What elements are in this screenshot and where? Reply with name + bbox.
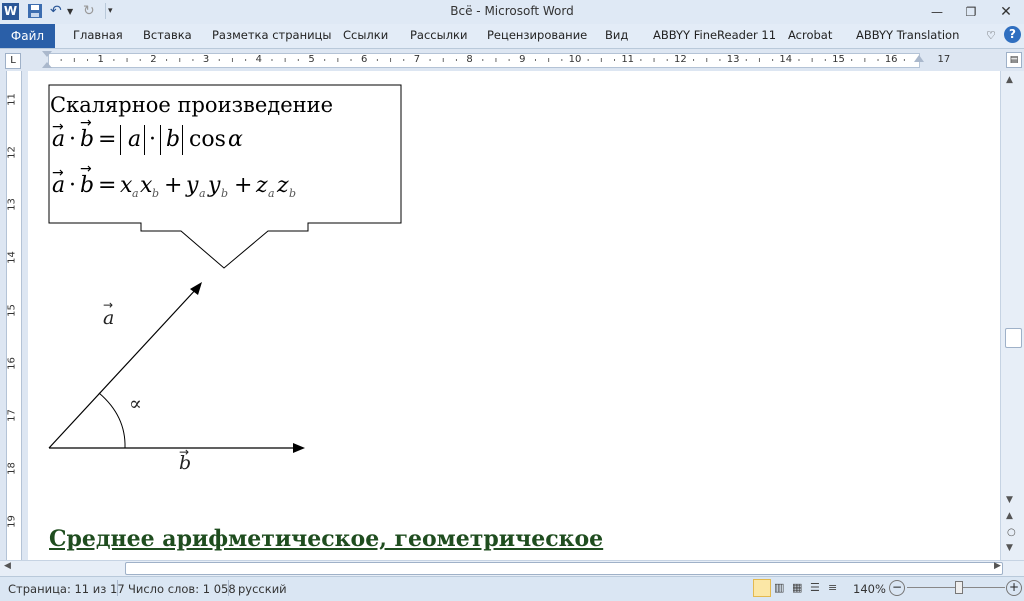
previous-page-icon[interactable]: ▲ [1006,511,1013,521]
first-line-indent-marker[interactable] [42,51,52,57]
view-ruler-icon[interactable]: ▤ [1006,52,1022,68]
zoom-slider-thumb[interactable] [955,581,963,594]
tab-file[interactable]: Файл [0,24,55,48]
vertical-ruler-number: 14 [6,251,18,264]
ruler-number: 14 [779,54,793,65]
help-icon[interactable]: ? [1004,26,1021,43]
ruler-number: 3 [202,54,210,65]
page-count[interactable]: Страница: 11 из 17 [8,582,125,596]
tab-acrobat[interactable]: Acrobat [788,28,832,44]
ruler-number: 7 [413,54,421,65]
vertical-ruler-number: 13 [6,198,18,212]
document-page[interactable]: Скалярное произведение → a · → b = a · b… [28,71,1000,560]
scroll-left-icon[interactable]: ◀ [4,561,11,571]
vertical-ruler-number: 16 [6,356,18,370]
tab-review[interactable]: Рецензирование [487,28,587,44]
print-layout-icon[interactable] [753,579,771,597]
vertical-ruler-number: 12 [6,145,18,159]
next-page-icon[interactable]: ▼ [1006,543,1013,553]
angle-arc [98,392,126,449]
restore-button[interactable]: ❐ [958,4,984,20]
vector-b-label: → b [179,445,192,474]
ruler-number: 12 [674,54,687,65]
tab-view[interactable]: Вид [605,28,628,44]
horizontal-scroll-thumb[interactable] [125,562,1003,575]
ruler-number: 17 [937,54,951,65]
scroll-right-icon[interactable]: ▶ [994,561,1001,571]
vertical-ruler-number: 18 [6,462,18,475]
ruler-number: 4 [255,54,262,65]
callout-title: Скалярное произведение [50,93,334,117]
tab-mailings[interactable]: Рассылки [410,28,467,44]
ruler-number: 16 [884,54,898,65]
zoom-level[interactable]: 140% [853,582,886,596]
ruler-number: 9 [519,54,526,65]
zoom-out-icon[interactable]: − [889,580,905,596]
tab-selector-icon[interactable]: L [5,53,21,69]
section-heading: Среднее арифметическое, геометрическое [49,526,604,552]
vertical-ruler-number: 15 [6,303,18,317]
draft-icon[interactable]: ≡ [828,581,837,594]
tab-abbyy-translation[interactable]: ABBYY Translation [856,28,959,44]
tab-home[interactable]: Главная [73,28,123,44]
ruler-number: 5 [308,54,315,65]
word-count[interactable]: Число слов: 1 058 [128,582,236,596]
vertical-scroll-thumb[interactable] [1005,328,1022,348]
tab-references[interactable]: Ссылки [343,28,388,44]
tab-abbyy-finereader[interactable]: ABBYY FineReader 11 [653,28,776,44]
separator [228,580,229,596]
language[interactable]: русский [238,582,287,596]
vector-a-label: → a [103,298,115,329]
vector-a-line [48,286,199,449]
scroll-down-icon[interactable]: ▼ [1006,495,1013,505]
tab-insert[interactable]: Вставка [143,28,192,44]
window-title: Всё - Microsoft Word [450,4,574,18]
vertical-ruler-number: 19 [6,514,18,528]
outline-icon[interactable]: ☰ [810,581,820,594]
minimize-button[interactable]: — [924,4,950,20]
hanging-indent-marker[interactable] [42,62,52,68]
formula-dot-product-magnitude: → a · → b = a · b cos α [50,115,380,157]
zoom-in-icon[interactable]: + [1006,580,1022,596]
ruler-number: 15 [832,54,845,65]
separator [117,580,118,596]
close-button[interactable]: ✕ [993,4,1019,20]
ruler-number: 8 [466,54,473,65]
full-screen-reading-icon[interactable]: ▥ [774,581,784,594]
right-indent-marker[interactable] [914,55,924,62]
vertical-ruler-number: 17 [6,409,18,423]
vertical-scrollbar[interactable] [1000,71,1024,560]
ruler-number: 2 [150,54,157,65]
vertical-ruler-number: 11 [6,93,18,106]
angle-label: ∝ [129,393,142,415]
ruler-number: 10 [568,54,582,65]
browse-object-icon[interactable]: ○ [1007,527,1016,538]
ruler-number: 1 [97,54,104,65]
tab-page-layout[interactable]: Разметка страницы [212,28,331,44]
ruler-number: 13 [726,54,740,65]
minimize-ribbon-icon[interactable]: ♡ [986,29,996,42]
formula-dot-product-coordinates: → a · → b = x a x b + y a y b + z a z b [52,161,297,200]
ruler-number: 6 [361,54,368,65]
web-layout-icon[interactable]: ▦ [792,581,802,594]
ruler-number: 11 [621,54,635,65]
scroll-up-icon[interactable]: ▲ [1006,75,1013,85]
vector-b-arrowhead [293,443,305,453]
